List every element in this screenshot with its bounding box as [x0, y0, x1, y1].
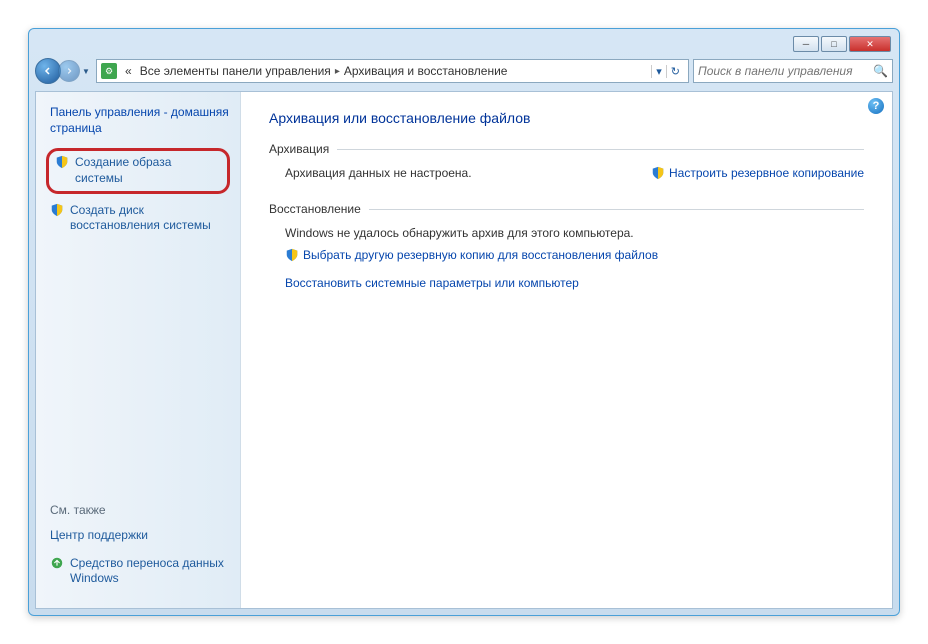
divider [369, 209, 864, 210]
setup-backup-link[interactable]: Настроить резервное копирование [651, 166, 864, 180]
shield-icon [55, 155, 69, 169]
restore-section: Восстановление Windows не удалось обнару… [269, 202, 864, 290]
shield-icon [285, 248, 299, 262]
sidebar-item-label: Средство переноса данных Windows [70, 556, 226, 587]
divider [337, 149, 864, 150]
address-bar[interactable]: ⚙ « Все элементы панели управления ▸ Арх… [96, 59, 689, 83]
sidebar-item-label: Создание образа системы [75, 155, 221, 186]
content-area: ? Панель управления - домашняя страница … [35, 91, 893, 609]
sidebar-home-link[interactable]: Панель управления - домашняя страница [46, 104, 230, 136]
restore-status-text: Windows не удалось обнаружить архив для … [285, 226, 864, 240]
sidebar-create-recovery-disc[interactable]: Создать диск восстановления системы [46, 200, 230, 237]
control-panel-icon: ⚙ [101, 63, 117, 79]
close-button[interactable]: ✕ [849, 36, 891, 52]
backup-status-text: Архивация данных не настроена. [285, 166, 472, 180]
shield-icon [50, 203, 64, 217]
sidebar-item-label: Создать диск восстановления системы [70, 203, 226, 234]
breadcrumb-all-items[interactable]: Все элементы панели управления [136, 64, 335, 78]
main-panel: Архивация или восстановление файлов Архи… [241, 92, 892, 608]
sidebar-create-system-image[interactable]: Создание образа системы [46, 148, 230, 193]
link-label: Выбрать другую резервную копию для восст… [303, 248, 658, 262]
nav-bar: ▼ ⚙ « Все элементы панели управления ▸ А… [35, 55, 893, 87]
forward-button[interactable] [58, 60, 80, 82]
select-other-backup-link[interactable]: Выбрать другую резервную копию для восст… [285, 248, 864, 262]
sidebar-easy-transfer[interactable]: Средство переноса данных Windows [46, 553, 230, 590]
link-label: Настроить резервное копирование [669, 166, 864, 180]
sidebar: Панель управления - домашняя страница Со… [36, 92, 241, 608]
page-title: Архивация или восстановление файлов [269, 110, 864, 126]
breadcrumb-backup-restore[interactable]: Архивация и восстановление [340, 64, 512, 78]
restore-system-link[interactable]: Восстановить системные параметры или ком… [285, 276, 864, 290]
nav-history-dropdown[interactable]: ▼ [80, 61, 92, 81]
minimize-button[interactable]: ─ [793, 36, 819, 52]
sidebar-action-center[interactable]: Центр поддержки [46, 525, 230, 547]
search-icon[interactable]: 🔍 [873, 64, 888, 78]
title-bar: ─ □ ✕ [35, 35, 893, 53]
restore-section-title: Восстановление [269, 202, 369, 216]
refresh-button[interactable]: ↻ [666, 65, 684, 78]
maximize-button[interactable]: □ [821, 36, 847, 52]
search-box[interactable]: 🔍 [693, 59, 893, 83]
address-dropdown-icon[interactable]: ▾ [651, 65, 666, 78]
nav-buttons: ▼ [35, 58, 92, 84]
see-also-heading: См. также [46, 503, 230, 517]
sidebar-item-label: Центр поддержки [50, 528, 148, 544]
help-icon[interactable]: ? [868, 98, 884, 114]
window-frame: ─ □ ✕ ▼ ⚙ « Все элементы панели управлен… [28, 28, 900, 616]
search-input[interactable] [698, 64, 873, 78]
breadcrumb-prefix: « [121, 64, 136, 78]
backup-section-title: Архивация [269, 142, 337, 156]
backup-section: Архивация Архивация данных не настроена.… [269, 142, 864, 180]
shield-icon [651, 166, 665, 180]
transfer-icon [50, 556, 64, 570]
